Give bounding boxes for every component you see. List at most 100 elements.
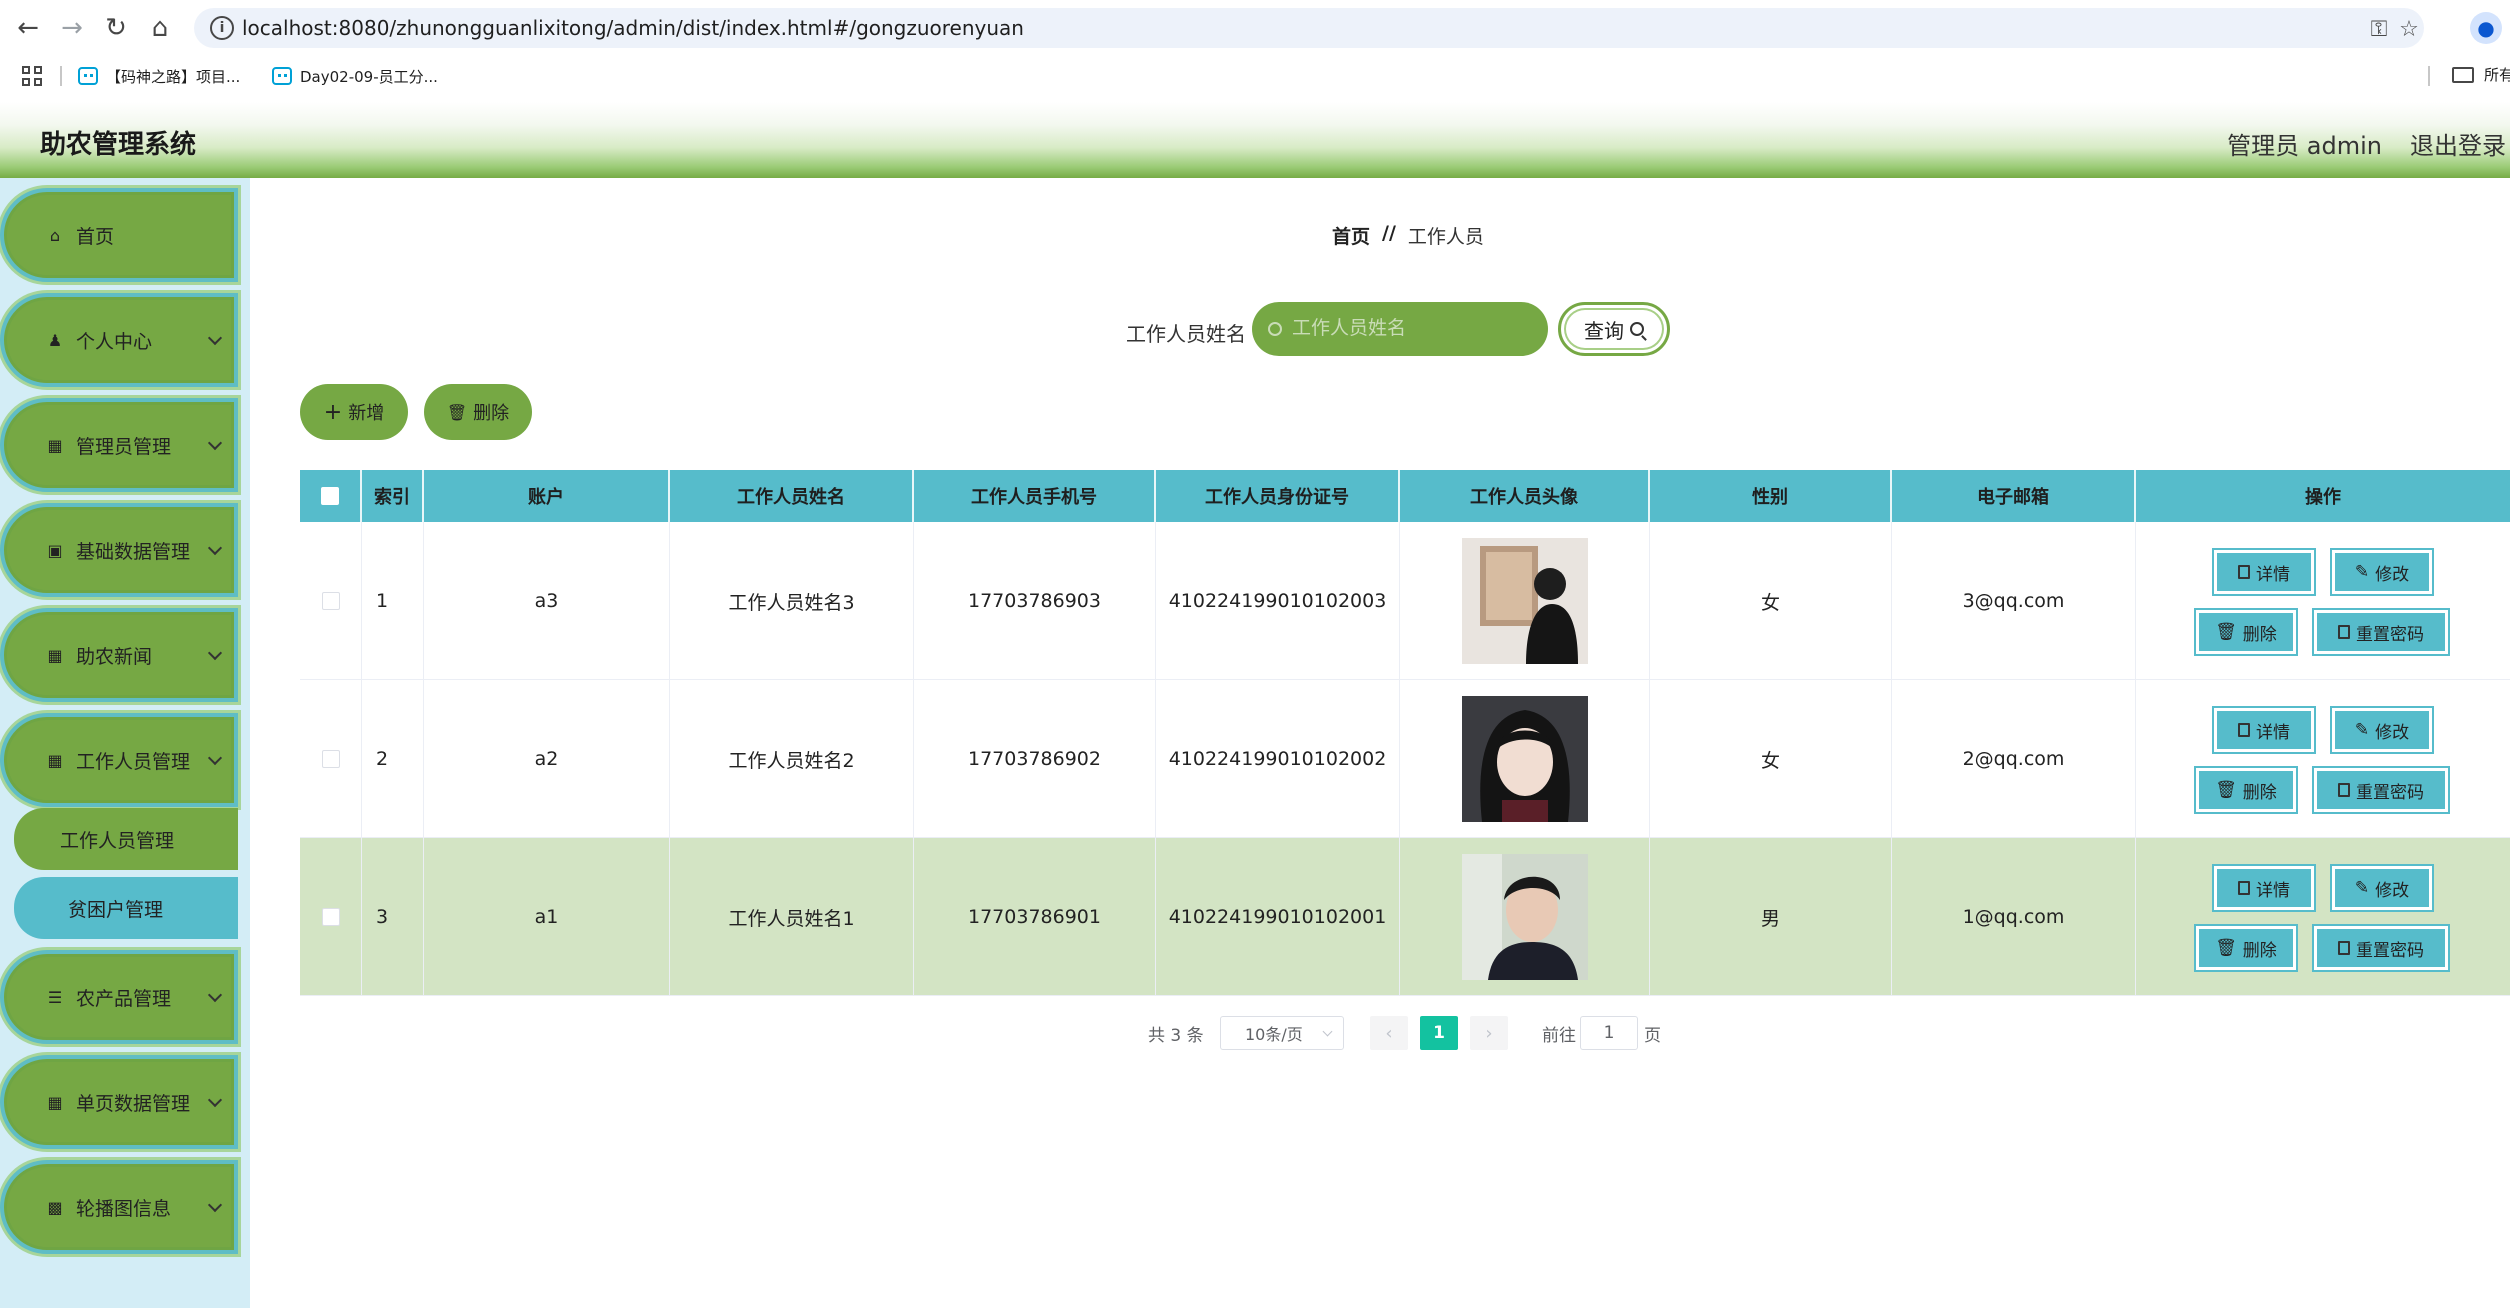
document-icon (2238, 565, 2250, 579)
edit-button[interactable]: ✎ 修改 (2332, 550, 2432, 594)
bilibili-icon (272, 67, 292, 85)
prev-page-button[interactable]: ‹ (1370, 1016, 1408, 1050)
sidebar-item-label: 助农新闻 (76, 645, 153, 668)
cell-gender: 女 (1650, 522, 1892, 680)
query-button[interactable]: 查询 (1558, 302, 1670, 356)
cell-name: 工作人员姓名3 (670, 522, 914, 680)
select-all-checkbox[interactable] (321, 487, 339, 505)
cell-avatar (1400, 680, 1650, 838)
search-input-wrapper[interactable] (1252, 302, 1548, 356)
row-select-cell (300, 522, 362, 680)
add-button[interactable]: + 新增 (300, 384, 408, 440)
site-info-icon[interactable]: i (210, 16, 234, 40)
bookmark-separator (2428, 66, 2430, 86)
avatar (1461, 538, 1588, 664)
logout-link[interactable]: 退出登录 (2410, 126, 2506, 161)
sidebar-item-label: 单页数据管理 (76, 1092, 191, 1115)
back-arrow-icon[interactable]: ← (10, 10, 46, 46)
cell-index: 2 (362, 680, 424, 838)
bookmark-label: Day02-09-员工分... (300, 67, 438, 86)
avatar-photo (1461, 854, 1588, 980)
database-icon: ▣ (47, 540, 63, 560)
avatar-photo (1461, 538, 1588, 664)
sidebar-item-news[interactable]: ▦ 助农新闻 (0, 608, 238, 702)
edit-button[interactable]: ✎ 修改 (2332, 708, 2432, 752)
cell-phone: 17703786903 (914, 522, 1156, 680)
page-size-select[interactable]: 10条/页 (1220, 1016, 1344, 1050)
chevron-down-icon (207, 540, 223, 556)
row-checkbox[interactable] (321, 750, 340, 768)
bookmarks-bar: 【码神之路】项目... Day02-09-员工分... 所有 (0, 56, 2510, 96)
next-page-button[interactable]: › (1470, 1016, 1508, 1050)
cell-actions: 详情 ✎ 修改 🗑 删除 重置密码 (2136, 838, 2510, 996)
cell-actions: 详情 ✎ 修改 🗑 删除 重置密码 (2136, 522, 2510, 680)
page-number-current[interactable]: 1 (1420, 1016, 1458, 1050)
apps-grid-icon[interactable] (20, 64, 44, 88)
cell-email: 1@qq.com (1892, 838, 2136, 996)
delete-button[interactable]: 🗑 删除 (2196, 768, 2296, 812)
row-checkbox[interactable] (321, 908, 340, 926)
sidebar-item-label: 管理员管理 (76, 435, 172, 458)
sidebar-subitem-poor-households[interactable]: 贫困户管理 (14, 877, 238, 939)
sidebar-item-single-page[interactable]: ▦ 单页数据管理 (0, 1055, 238, 1149)
reset-password-label: 重置密码 (2356, 940, 2424, 961)
reset-password-button[interactable]: 重置密码 (2314, 926, 2448, 970)
sidebar-item-products[interactable]: ☰ 农产品管理 (0, 950, 238, 1044)
column-header: 索引 (362, 470, 424, 522)
sidebar-subitem-staff[interactable]: 工作人员管理 (14, 808, 238, 870)
home-page-icon[interactable]: ⌂ (142, 10, 178, 46)
row-checkbox[interactable] (321, 592, 340, 610)
table-row: 2 a2 工作人员姓名2 17703786902 410224199010102… (300, 680, 2510, 838)
sidebar-item-staff[interactable]: ▦ 工作人员管理 (0, 713, 238, 807)
column-header: 性别 (1650, 470, 1892, 522)
page-size-value: 10条/页 (1245, 1025, 1303, 1044)
detail-button[interactable]: 详情 (2214, 550, 2314, 594)
chevron-down-icon (207, 750, 223, 766)
reset-password-button[interactable]: 重置密码 (2314, 610, 2448, 654)
password-key-icon[interactable]: ⚿ (2364, 14, 2394, 44)
sidebar-item-base-data[interactable]: ▣ 基础数据管理 (0, 503, 238, 597)
search-input[interactable] (1292, 318, 1512, 340)
address-bar[interactable]: i localhost:8080/zhunongguanlixitong/adm… (194, 8, 2424, 48)
batch-delete-button[interactable]: 🗑 删除 (424, 384, 532, 440)
delete-button[interactable]: 🗑 删除 (2196, 610, 2296, 654)
document-icon (2338, 941, 2350, 955)
sidebar-item-profile[interactable]: ♟ 个人中心 (0, 293, 238, 387)
edit-label: 修改 (2375, 722, 2410, 743)
column-header: 账户 (424, 470, 670, 522)
delete-button[interactable]: 🗑 删除 (2196, 926, 2296, 970)
sidebar-item-carousel[interactable]: ▩ 轮播图信息 (0, 1160, 238, 1254)
profile-icon[interactable]: ● (2470, 12, 2502, 44)
reload-icon[interactable]: ↻ (98, 10, 134, 46)
sidebar-item-home[interactable]: ⌂ 首页 (0, 188, 238, 282)
sidebar: ⌂ 首页 ♟ 个人中心 ▦ 管理员管理 ▣ 基础数据管理 ▦ 助农新闻 ▦ 工作… (0, 178, 250, 1308)
edit-icon: ✎ (2354, 720, 2370, 740)
search-icon (1630, 322, 1644, 336)
forward-arrow-icon[interactable]: → (54, 10, 90, 46)
cell-id-number: 410224199010102003 (1156, 522, 1400, 680)
reset-password-button[interactable]: 重置密码 (2314, 768, 2448, 812)
goto-page-input[interactable]: 1 (1580, 1016, 1638, 1050)
detail-button[interactable]: 详情 (2214, 708, 2314, 752)
bookmark-item-1[interactable]: 【码神之路】项目... (78, 64, 240, 88)
sliders-icon: ☰ (47, 987, 63, 1007)
bookmark-star-icon[interactable]: ☆ (2394, 14, 2424, 44)
all-bookmarks[interactable]: 所有 (2452, 64, 2510, 85)
breadcrumb-home[interactable]: 首页 (1332, 222, 1370, 249)
browser-toolbar: ← → ↻ ⌂ i localhost:8080/zhunongguanlixi… (0, 0, 2510, 56)
detail-button[interactable]: 详情 (2214, 866, 2314, 910)
cell-phone: 17703786902 (914, 680, 1156, 838)
chevron-down-icon (207, 435, 223, 451)
cell-id-number: 410224199010102001 (1156, 838, 1400, 996)
bookmark-label: 【码神之路】项目... (106, 67, 241, 86)
breadcrumb-separator: // (1382, 222, 1396, 244)
edit-button[interactable]: ✎ 修改 (2332, 866, 2432, 910)
chevron-down-icon (207, 645, 223, 661)
document-icon (2338, 783, 2350, 797)
url-text[interactable]: localhost:8080/zhunongguanlixitong/admin… (242, 16, 1024, 40)
sidebar-item-admin[interactable]: ▦ 管理员管理 (0, 398, 238, 492)
bookmark-item-2[interactable]: Day02-09-员工分... (272, 64, 438, 88)
avatar (1461, 696, 1588, 822)
admin-label: 管理员 admin (2227, 132, 2382, 160)
grid-icon: ▦ (47, 645, 63, 665)
